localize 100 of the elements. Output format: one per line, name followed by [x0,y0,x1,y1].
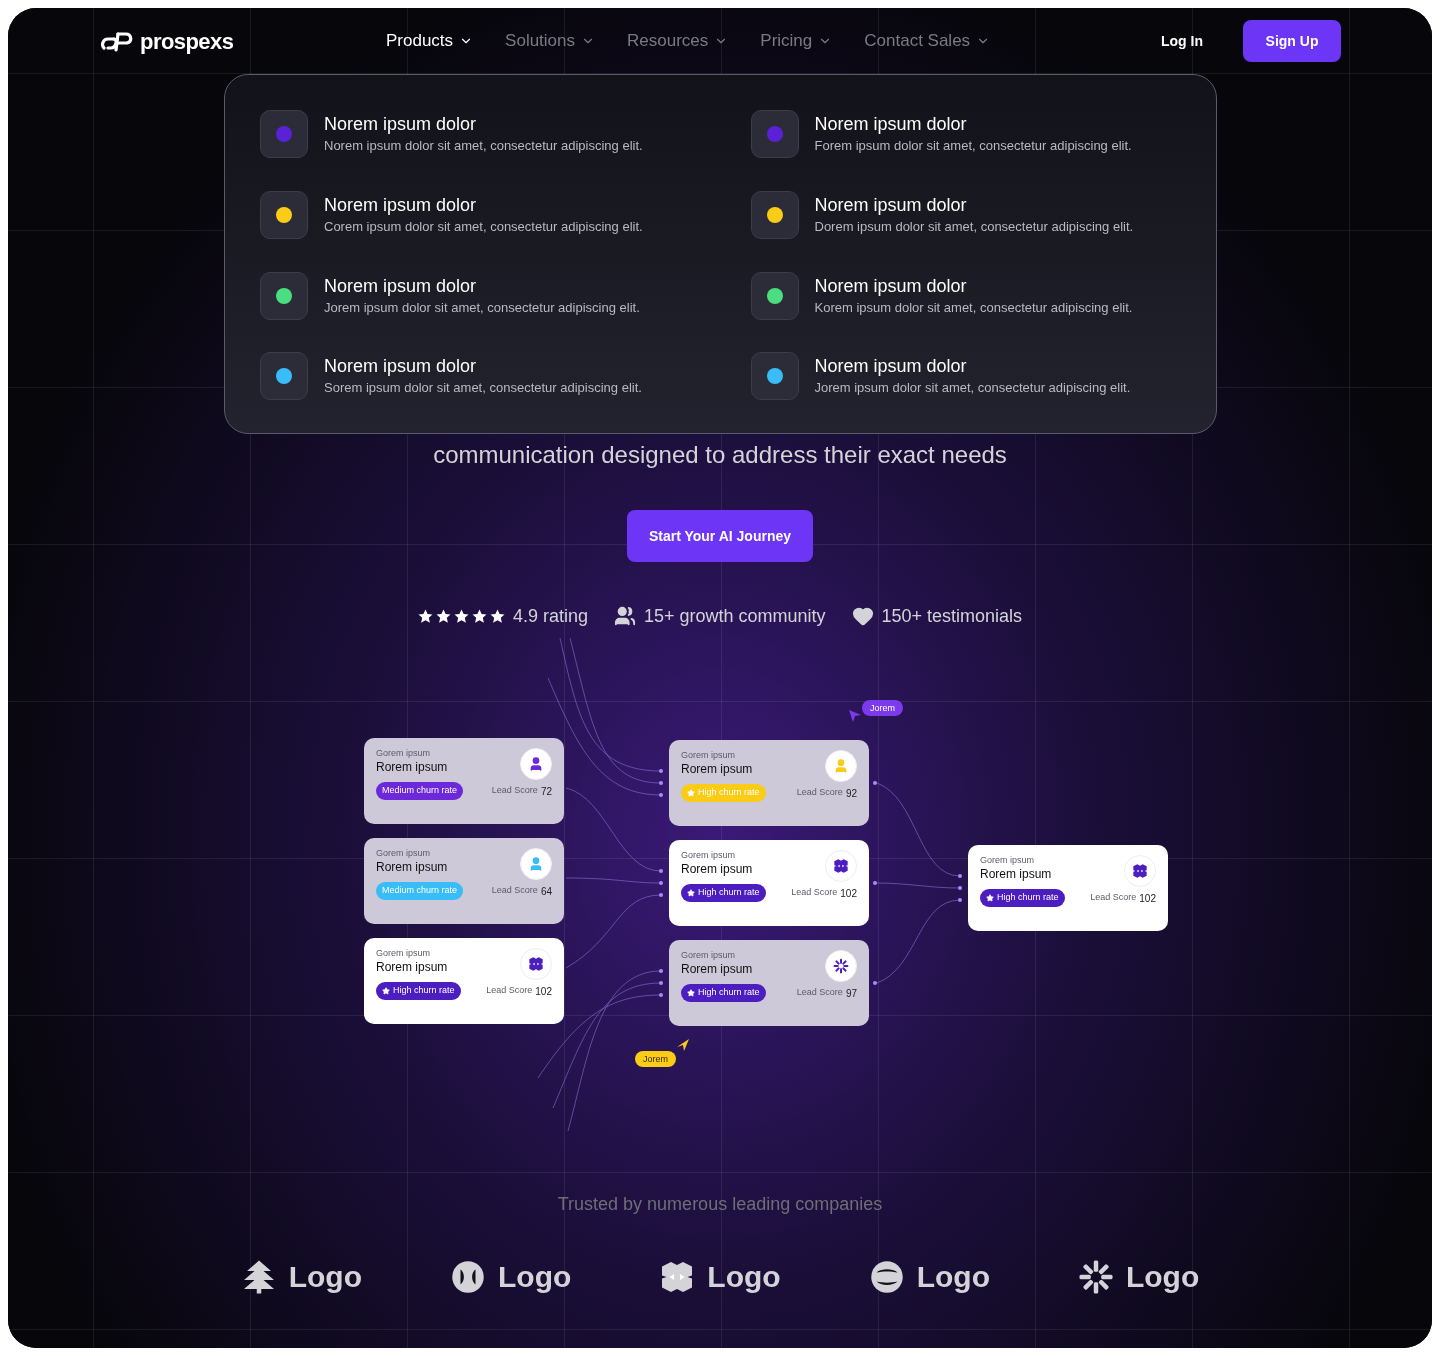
connection-dot [659,969,663,973]
ring-icon [868,1258,905,1295]
menu-item[interactable]: Norem ipsum dolor Korem ipsum dolor sit amet, consectetur adipiscing elit. [750,271,1181,352]
cursor-tag: Jorem [862,700,903,716]
nav-link[interactable]: Resources [627,28,729,54]
menu-item-description: Dorem ipsum dolor sit amet, consectetur adipiscing elit. [814,217,1134,236]
connection-dot [659,869,663,873]
person-icon [528,856,544,872]
card-eyebrow: Gorem ipsum [376,948,431,959]
card-title: Rorem ipsum [376,959,448,975]
menu-item-description: Korem ipsum dolor sit amet, consectetur adipiscing elit. [814,298,1133,317]
nav-link[interactable]: Contact Sales [864,28,991,54]
score-value: 97 [845,986,857,1001]
logo-icon [100,30,134,52]
card-eyebrow: Gorem ipsum [376,848,431,859]
people-icon [613,605,636,627]
company-logo-text: Logo [498,1259,572,1295]
menu-item-description: Sorem ipsum dolor sit amet, consectetur adipiscing elit. [324,379,642,398]
menu-item-description: Forem ipsum dolor sit amet, consectetur adipiscing elit. [814,137,1132,155]
connection-dot [659,793,663,797]
score-value: 102 [840,886,857,901]
churn-badge: High churn rate [681,784,766,802]
connection-dot [659,993,663,997]
nav-link[interactable]: Products [386,28,474,54]
menu-item[interactable]: Norem ipsum dolor Sorem ipsum dolor sit amet, consectetur adipiscing elit. [260,352,691,433]
menu-item-title: Norem ipsum dolor [324,193,478,217]
connection-dot [958,898,962,902]
menu-item[interactable]: Norem ipsum dolor Jorem ipsum dolor sit amet, consectetur adipiscing elit. [750,352,1181,433]
score-label: Lead Score [486,984,533,998]
heart-icon [851,605,874,627]
card-eyebrow: Gorem ipsum [376,748,431,759]
menu-item-title: Norem ipsum dolor [814,274,968,298]
churn-badge: High churn rate [681,884,766,902]
menu-item-title: Norem ipsum dolor [324,355,478,379]
connection-dot [873,981,877,985]
menu-item-description: Jorem ipsum dolor sit amet, consectetur adipiscing elit. [814,379,1131,398]
split-circle-icon [450,1258,487,1295]
star-icon [382,987,390,995]
company-logo-text: Logo [916,1259,990,1295]
nav-link[interactable]: Solutions [505,28,596,54]
person-icon [528,756,544,772]
trusted-heading: Trusted by numerous leading companies [557,1193,883,1216]
score-value: 102 [535,984,552,999]
churn-badge: Medium churn rate [376,782,464,800]
card-title: Rorem ipsum [376,859,448,875]
score-value: 64 [540,884,552,899]
cursor-tag: Jorem [635,1051,676,1067]
hero-subtitle: communication designed to address their exact needs [433,440,1007,470]
connection-dot [873,881,877,885]
menu-item[interactable]: Norem ipsum dolor Jorem ipsum dolor sit amet, consectetur adipiscing elit. [260,271,691,352]
churn-badge: High churn rate [376,982,461,1000]
churn-badge: Medium churn rate [376,882,464,900]
company-logo-text: Logo [1125,1259,1200,1295]
stat-label: 4.9 rating [512,604,588,628]
score-label: Lead Score [491,784,538,798]
card-title: Rorem ipsum [376,759,448,775]
cubes-icon [833,858,849,874]
menu-item-title: Norem ipsum dolor [324,274,478,298]
menu-item-description: Norem ipsum dolor sit amet, consectetur adipiscing elit. [324,137,643,155]
card-title: Rorem ipsum [681,761,753,777]
connection-dot [659,781,663,785]
card-title: Rorem ipsum [681,961,753,977]
card-eyebrow: Gorem ipsum [681,950,736,961]
card-title: Rorem ipsum [681,861,753,877]
burst-icon [1077,1258,1114,1295]
menu-item[interactable]: Norem ipsum dolor Corem ipsum dolor sit amet, consectetur adipiscing elit. [260,190,691,271]
signup-button[interactable]: Sign Up [1243,20,1341,62]
menu-item-description: Corem ipsum dolor sit amet, consectetur adipiscing elit. [324,217,643,236]
menu-item-title: Norem ipsum dolor [324,113,478,136]
score-value: 72 [540,784,552,799]
connection-dot [659,981,663,985]
score-value: 102 [1139,891,1156,906]
connection-dot [659,769,663,773]
menu-item-title: Norem ipsum dolor [814,355,968,379]
star-icon [986,894,994,902]
person-icon [833,758,849,774]
score-label: Lead Score [796,986,843,1000]
connection-dot [659,893,663,897]
churn-badge: High churn rate [681,984,766,1002]
star-icon [687,889,695,897]
menu-item[interactable]: Norem ipsum dolor Norem ipsum dolor sit amet, consectetur adipiscing elit. [260,110,691,190]
connection-dot [958,886,962,890]
menu-item-title: Norem ipsum dolor [814,193,968,217]
score-label: Lead Score [1090,891,1137,905]
star-icon [687,989,695,997]
churn-badge: High churn rate [980,889,1065,907]
score-label: Lead Score [491,884,538,898]
menu-item[interactable]: Norem ipsum dolor Dorem ipsum dolor sit amet, consectetur adipiscing elit. [750,190,1181,271]
stat-label: 150+ testimonials [881,604,1023,628]
stat-label: 15+ growth community [643,604,826,628]
brand-name: prospexs [140,27,234,56]
nav-link[interactable]: Pricing [760,28,833,54]
cta-button[interactable]: Start Your AI Journey [627,510,813,562]
burst-icon [833,958,849,974]
menu-item-title: Norem ipsum dolor [814,113,968,136]
login-link[interactable]: Log In [1161,30,1203,52]
menu-item-description: Jorem ipsum dolor sit amet, consectetur adipiscing elit. [324,298,640,317]
company-logo-text: Logo [288,1259,363,1295]
card-title: Rorem ipsum [980,866,1052,882]
menu-item[interactable]: Norem ipsum dolor Forem ipsum dolor sit amet, consectetur adipiscing elit. [750,110,1181,190]
